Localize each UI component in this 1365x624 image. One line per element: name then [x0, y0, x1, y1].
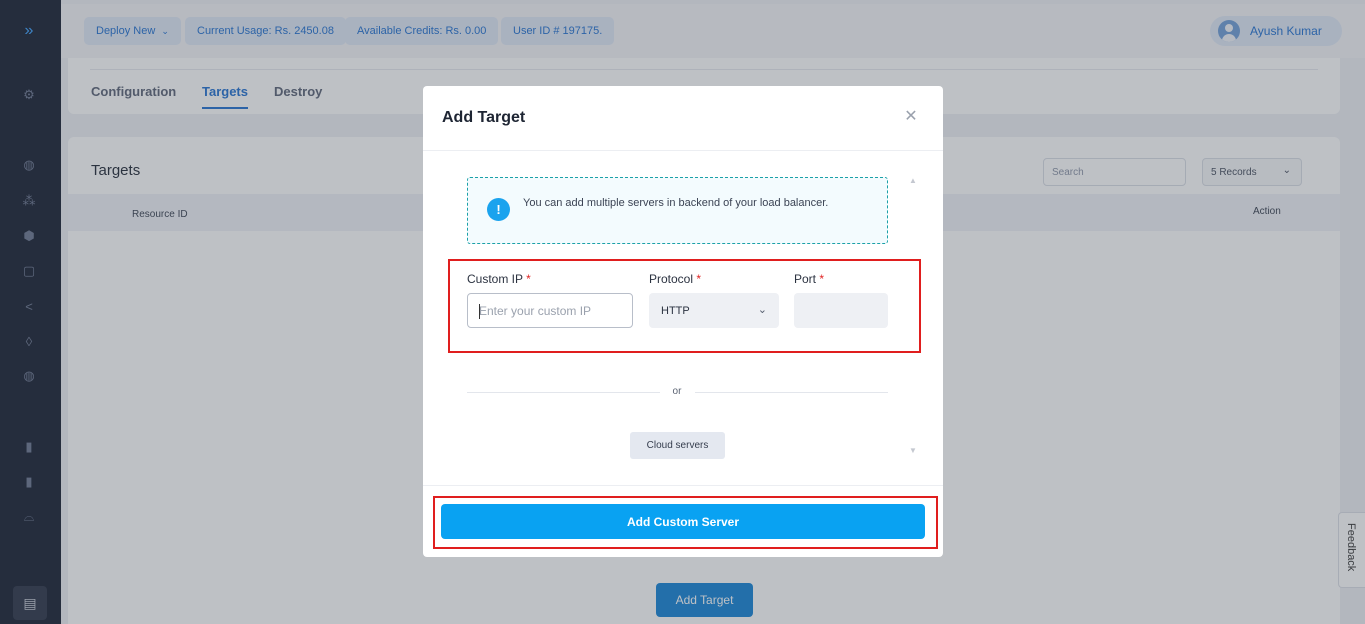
protocol-select[interactable]: HTTP ⌄ — [649, 293, 779, 328]
custom-ip-placeholder: Enter your custom IP — [479, 303, 592, 318]
protocol-label: Protocol * — [649, 272, 701, 286]
divider — [423, 485, 943, 486]
divider — [695, 392, 888, 393]
close-icon[interactable]: ✕ — [903, 109, 919, 125]
port-input[interactable] — [794, 293, 888, 328]
info-text: You can add multiple servers in backend … — [523, 197, 829, 209]
required-marker: * — [819, 272, 825, 286]
required-marker: * — [696, 272, 702, 286]
protocol-label-text: Protocol — [649, 272, 694, 286]
custom-ip-input[interactable]: Enter your custom IP — [467, 293, 633, 328]
or-separator: or — [672, 386, 682, 397]
divider — [467, 392, 660, 393]
info-banner: ! You can add multiple servers in backen… — [467, 177, 888, 244]
cloud-servers-button[interactable]: Cloud servers — [630, 432, 725, 459]
port-label-text: Port — [794, 272, 817, 286]
add-custom-server-button[interactable]: Add Custom Server — [441, 504, 925, 539]
port-label: Port * — [794, 272, 824, 286]
modal-title: Add Target — [442, 109, 526, 126]
scroll-up-indicator[interactable]: ▲ — [909, 176, 917, 185]
add-target-modal: Add Target ✕ ! You can add multiple serv… — [423, 86, 943, 557]
chevron-down-icon: ⌄ — [757, 304, 767, 316]
protocol-value: HTTP — [661, 304, 690, 317]
info-icon: ! — [487, 198, 510, 221]
cloud-servers-label: Cloud servers — [646, 440, 709, 451]
required-marker: * — [526, 272, 531, 286]
custom-ip-label-text: Custom IP — [467, 272, 523, 286]
scroll-down-indicator[interactable]: ▼ — [909, 446, 917, 455]
add-custom-server-label: Add Custom Server — [626, 514, 740, 529]
custom-ip-label: Custom IP * — [467, 272, 531, 286]
divider — [423, 150, 943, 151]
